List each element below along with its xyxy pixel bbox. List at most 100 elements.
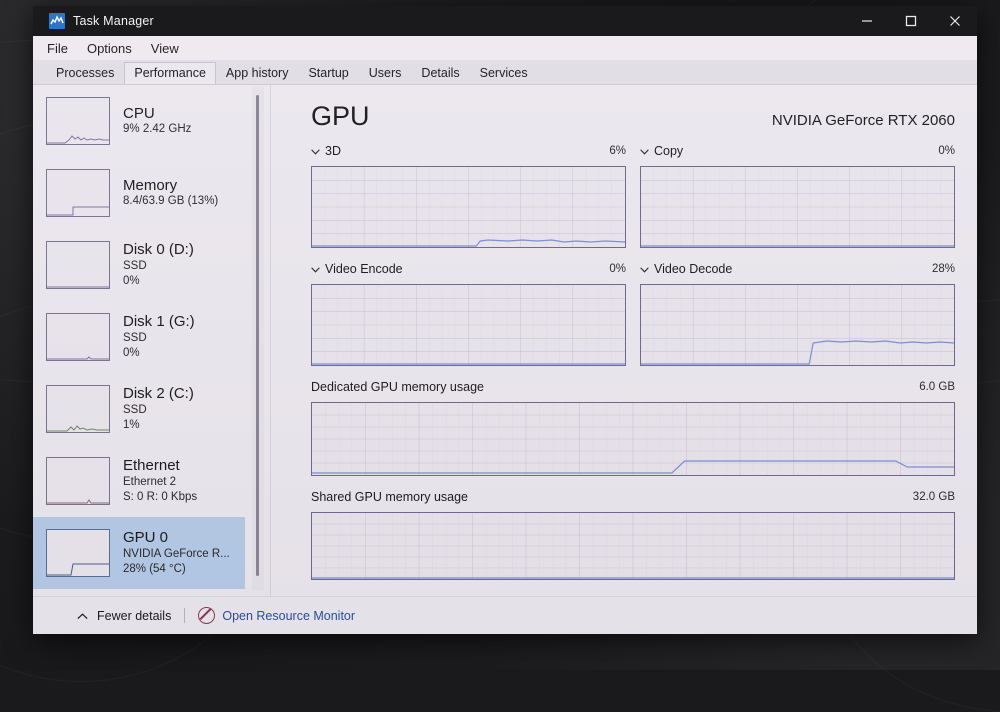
engine-copy-header[interactable]: Copy 0% [640, 143, 955, 159]
dedicated-memory-section: Dedicated GPU memory usage 6.0 GB [311, 379, 955, 476]
open-resource-monitor-link[interactable]: Open Resource Monitor [198, 607, 355, 624]
sidebar-item-sub2: 0% [123, 346, 195, 361]
sidebar-item-ethernet[interactable]: Ethernet Ethernet 2 S: 0 R: 0 Kbps [33, 445, 245, 517]
minimize-button[interactable] [845, 6, 889, 36]
task-manager-icon [49, 13, 65, 29]
engine-video-decode-graph [640, 284, 955, 366]
sidebar-item-sub2: 0% [123, 274, 194, 289]
sidebar-item-disk-0-info: Disk 0 (D:) SSD 0% [123, 241, 194, 288]
resource-sidebar[interactable]: CPU 9% 2.42 GHz Memory 8.4/63.9 GB (13%) [33, 85, 245, 596]
engine-row-2: Video Encode 0% [311, 261, 955, 366]
sidebar-item-disk-1[interactable]: Disk 1 (G:) SSD 0% [33, 301, 245, 373]
gpu-detail-panel: GPU NVIDIA GeForce RTX 2060 3D 6% [283, 85, 977, 596]
dedicated-memory-graph [311, 402, 955, 476]
shared-memory-label: Shared GPU memory usage [311, 490, 468, 504]
resource-monitor-icon [198, 607, 215, 624]
task-manager-window: Task Manager File Options View Processes… [33, 6, 977, 634]
chevron-down-icon[interactable] [640, 144, 649, 158]
engine-video-decode-header[interactable]: Video Decode 28% [640, 261, 955, 277]
sidebar-item-sub1: NVIDIA GeForce R... [123, 547, 230, 562]
shared-memory-max: 32.0 GB [913, 491, 955, 503]
sidebar-item-sub2: 1% [123, 418, 194, 433]
sidebar-item-disk-2-info: Disk 2 (C:) SSD 1% [123, 385, 194, 432]
menu-item-view[interactable]: View [151, 41, 179, 56]
window-title: Task Manager [73, 14, 154, 28]
dedicated-memory-max: 6.0 GB [919, 381, 955, 393]
menu-item-file[interactable]: File [47, 41, 68, 56]
content-area: CPU 9% 2.42 GHz Memory 8.4/63.9 GB (13%) [33, 85, 977, 596]
sidebar-item-label: Disk 2 (C:) [123, 385, 194, 402]
engine-video-decode-value: 28% [932, 263, 955, 275]
engine-video-decode: Video Decode 28% [640, 261, 955, 366]
sidebar-item-sub2: S: 0 R: 0 Kbps [123, 490, 197, 505]
sidebar-item-memory[interactable]: Memory 8.4/63.9 GB (13%) [33, 157, 245, 229]
tab-app-history[interactable]: App history [216, 62, 299, 85]
sidebar-item-gpu-0-info: GPU 0 NVIDIA GeForce R... 28% (54 °C) [123, 529, 230, 576]
sidebar-item-label: Ethernet [123, 457, 197, 474]
gpu-mini-graph [46, 529, 110, 577]
engine-video-decode-label: Video Decode [654, 262, 732, 276]
title-bar: Task Manager [33, 6, 977, 36]
sidebar-scrollbar[interactable] [252, 87, 264, 590]
sidebar-item-gpu-0[interactable]: GPU 0 NVIDIA GeForce R... 28% (54 °C) [33, 517, 245, 589]
window-controls [845, 6, 977, 36]
engine-copy-label: Copy [654, 144, 683, 158]
sidebar-item-sub1: SSD [123, 331, 195, 346]
engine-video-encode-header[interactable]: Video Encode 0% [311, 261, 626, 277]
dedicated-memory-header: Dedicated GPU memory usage 6.0 GB [311, 379, 955, 395]
sidebar-item-label: GPU 0 [123, 529, 230, 546]
status-bar: Fewer details Open Resource Monitor [33, 596, 977, 634]
tab-performance[interactable]: Performance [124, 62, 216, 85]
ethernet-mini-graph [46, 457, 110, 505]
sidebar-item-sub1: 8.4/63.9 GB (13%) [123, 194, 218, 209]
chevron-up-icon [77, 609, 88, 623]
sidebar-item-sub2: 28% (54 °C) [123, 562, 230, 577]
disk0-mini-graph [46, 241, 110, 289]
chevron-down-icon[interactable] [311, 144, 320, 158]
chevron-down-icon[interactable] [640, 262, 649, 276]
engine-3d-value: 6% [609, 145, 626, 157]
engine-copy-graph [640, 166, 955, 248]
panel-header: GPU NVIDIA GeForce RTX 2060 [311, 103, 955, 130]
cpu-mini-graph [46, 97, 110, 145]
tab-users[interactable]: Users [359, 62, 412, 85]
sidebar-item-cpu-info: CPU 9% 2.42 GHz [123, 105, 191, 137]
tab-startup[interactable]: Startup [298, 62, 358, 85]
sidebar-item-disk-2[interactable]: Disk 2 (C:) SSD 1% [33, 373, 245, 445]
engine-video-encode-value: 0% [609, 263, 626, 275]
tab-details[interactable]: Details [411, 62, 469, 85]
device-name: NVIDIA GeForce RTX 2060 [772, 112, 955, 129]
fewer-details-button[interactable]: Fewer details [77, 609, 171, 623]
close-button[interactable] [933, 6, 977, 36]
engine-3d: 3D 6% [311, 143, 626, 248]
dedicated-memory-label: Dedicated GPU memory usage [311, 380, 484, 394]
engine-3d-label: 3D [325, 144, 341, 158]
tab-services[interactable]: Services [470, 62, 538, 85]
shared-memory-graph [311, 512, 955, 580]
shared-memory-header: Shared GPU memory usage 32.0 GB [311, 489, 955, 505]
menu-item-options[interactable]: Options [87, 41, 132, 56]
tab-processes[interactable]: Processes [46, 62, 124, 85]
sidebar-item-label: CPU [123, 105, 191, 122]
engine-copy: Copy 0% [640, 143, 955, 248]
fewer-details-label: Fewer details [97, 609, 171, 623]
sidebar-item-label: Memory [123, 177, 218, 194]
disk1-mini-graph [46, 313, 110, 361]
sidebar-divider [270, 85, 271, 596]
sidebar-item-disk-0[interactable]: Disk 0 (D:) SSD 0% [33, 229, 245, 301]
engine-3d-header[interactable]: 3D 6% [311, 143, 626, 159]
engine-video-encode-label: Video Encode [325, 262, 403, 276]
engine-video-encode: Video Encode 0% [311, 261, 626, 366]
sidebar-item-cpu[interactable]: CPU 9% 2.42 GHz [33, 85, 245, 157]
tab-strip: Processes Performance App history Startu… [33, 60, 977, 85]
engine-video-encode-graph [311, 284, 626, 366]
sidebar-scrollbar-thumb[interactable] [256, 95, 259, 576]
sidebar-item-sub1: 9% 2.42 GHz [123, 122, 191, 137]
shared-memory-section: Shared GPU memory usage 32.0 GB [311, 489, 955, 580]
chevron-down-icon[interactable] [311, 262, 320, 276]
sidebar-item-sub1: Ethernet 2 [123, 475, 197, 490]
maximize-button[interactable] [889, 6, 933, 36]
sidebar-item-memory-info: Memory 8.4/63.9 GB (13%) [123, 177, 218, 209]
engine-copy-value: 0% [938, 145, 955, 157]
footer-separator [184, 608, 185, 623]
